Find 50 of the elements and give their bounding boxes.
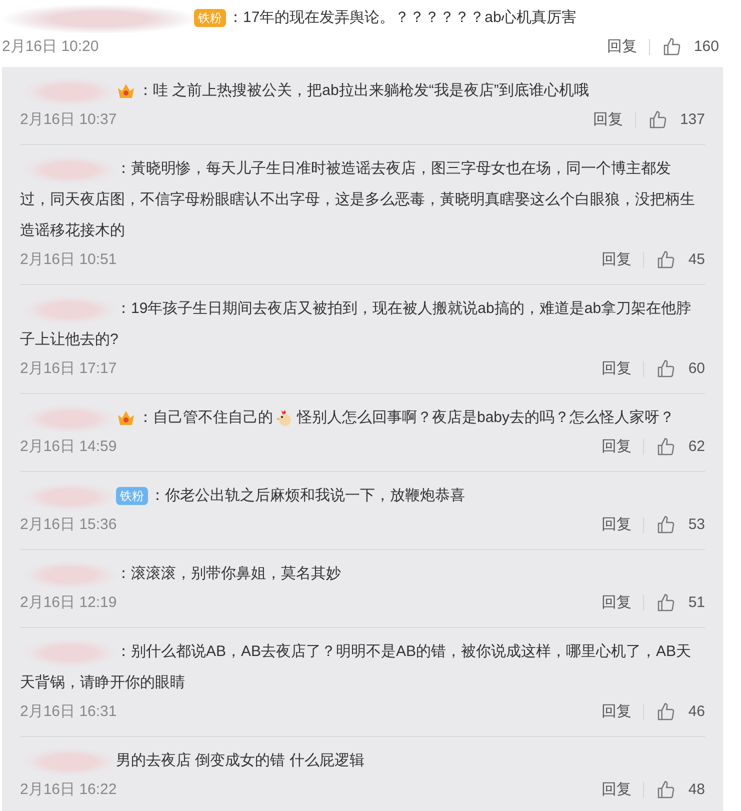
reply-button[interactable]: 回复 [601,358,632,380]
thumbs-up-icon[interactable] [656,437,676,457]
like-count: 137 [680,110,705,130]
comment-time: 2月16日 10:51 [20,250,117,270]
comment-text: ：黃晓明惨，每天儿子生日准时被造谣去夜店，图三字母女也在场，同一个博主都发过，同天夜店图，不信字母粉眼瞎认不出字母，这是多么恶毒，黃晓明真瞎娶这么个白眼狼，没把柄生造谣移花接木的 [20,160,695,239]
thumbs-up-icon[interactable] [656,250,676,270]
comment-time: 2月16日 10:37 [20,110,117,130]
comment-time: 2月16日 17:17 [20,358,117,379]
comment-time: 2月16日 15:36 [20,514,117,535]
comment-time: 2月16日 10:20 [2,36,99,57]
reply-button[interactable]: 回复 [601,700,632,724]
crown-icon [116,409,136,428]
comment-time: 2月16日 14:59 [20,436,117,457]
comment-text: 怪别人怎么回事啊？夜店是baby去的吗？怎么怪人家呀？ [297,409,675,426]
like-count: 45 [688,250,705,270]
comment-text: ：17年的现在发弄舆论。？？？？？？ab心机真厉害 [228,9,576,26]
thumbs-up-icon[interactable] [662,37,682,57]
comment-time: 2月16日 16:22 [20,780,117,800]
reply-button[interactable]: 回复 [601,436,632,458]
like-count: 160 [694,36,719,57]
fan-badge: 铁粉 [116,487,148,506]
thumbs-up-icon[interactable] [656,702,676,722]
reply-button[interactable]: 回复 [601,592,632,614]
reply-button[interactable]: 回复 [601,248,632,272]
comment-text: ：自己管不住自己的 [138,409,273,426]
comment-text: ：哇 之前上热搜被公关，把ab拉出来躺枪发“我是夜店”到底谁心机哦 [138,82,589,99]
reply-button[interactable]: 回复 [601,778,632,802]
comment-text: ：别什么都说AB，AB去夜店了？明明不是AB的错，被你说成这样，哪里心机了，AB天天背锅，请睁开你的眼睛 [20,643,692,691]
comment-time: 2月16日 16:31 [20,702,117,722]
comment-text: ：19年孩子生日期间去夜店又被拍到，现在被人搬就说ab搞的，难道是ab拿刀架在他脖子上让他去的? [20,300,692,348]
like-count: 48 [688,780,705,800]
thumbs-up-icon[interactable] [656,780,676,800]
like-count: 60 [688,358,705,379]
reply-button[interactable]: 回复 [592,108,623,132]
reply-button[interactable]: 回复 [601,514,632,536]
crown-icon [116,82,136,100]
comment-text: ：滚滚滚，别带你鼻姐，莫名其妙 [116,565,341,582]
like-count: 51 [688,592,705,613]
comment-text: 男的去夜店 倒变成女的错 什么屁逻辑 [116,752,364,769]
thumbs-up-icon[interactable] [648,110,668,130]
thumbs-up-icon[interactable] [656,359,676,379]
comment-time: 2月16日 12:19 [20,592,117,613]
like-count: 62 [688,436,705,457]
reply-button[interactable]: 回复 [606,36,637,58]
fan-badge: 铁粉 [194,9,226,28]
like-count: 46 [688,702,705,722]
thumbs-up-icon[interactable] [656,593,676,613]
thumbs-up-icon[interactable] [656,515,676,535]
like-count: 53 [688,514,705,535]
comment-text: ：你老公出轨之后麻烦和我说一下，放鞭炮恭喜 [150,487,465,504]
